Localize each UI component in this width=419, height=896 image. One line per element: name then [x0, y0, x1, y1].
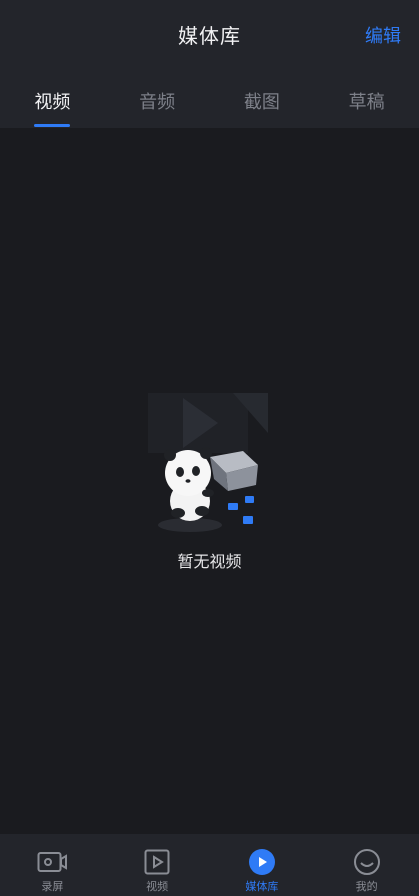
tab-draft[interactable]: 草稿 — [314, 88, 419, 128]
profile-smile-icon — [352, 848, 382, 876]
tabbar-label-media-library: 媒体库 — [245, 880, 279, 893]
tab-screenshot[interactable]: 截图 — [210, 88, 315, 128]
media-content-area: 暂无视频 — [0, 128, 419, 834]
tabbar-item-record[interactable]: 录屏 — [0, 834, 105, 896]
media-library-icon — [247, 848, 277, 876]
top-header: 媒体库 编辑 视频 音频 截图 草稿 — [0, 0, 419, 128]
tab-video[interactable]: 视频 — [0, 88, 105, 128]
bottom-tabbar: 录屏 视频 媒体库 我的 — [0, 834, 419, 896]
record-camera-icon — [37, 848, 68, 876]
tabbar-item-video[interactable]: 视频 — [105, 834, 210, 896]
tabbar-label-record: 录屏 — [41, 880, 64, 893]
tab-audio[interactable]: 音频 — [105, 88, 210, 128]
edit-button[interactable]: 编辑 — [365, 22, 401, 48]
video-play-icon — [142, 848, 172, 876]
tabbar-label-video: 视频 — [146, 880, 169, 893]
tabbar-label-profile: 我的 — [355, 880, 378, 893]
empty-state-text: 暂无视频 — [177, 552, 242, 571]
tabbar-item-media-library[interactable]: 媒体库 — [210, 834, 315, 896]
tabbar-item-profile[interactable]: 我的 — [314, 834, 419, 896]
page-title: 媒体库 — [178, 24, 241, 48]
panda-with-box-illustration — [148, 393, 268, 532]
media-tabs: 视频 音频 截图 草稿 — [0, 88, 419, 128]
